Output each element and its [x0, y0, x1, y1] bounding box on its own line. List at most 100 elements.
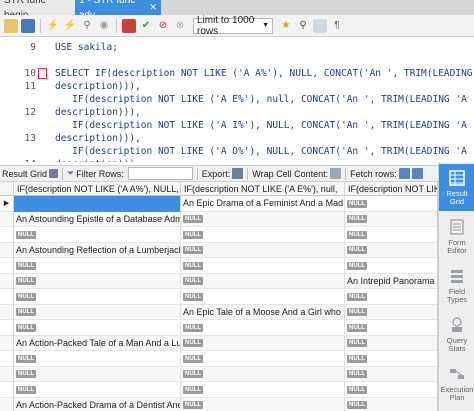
column-header[interactable]: IF(description NOT LIKE ('A [345, 182, 437, 196]
export-button[interactable]: Export: [202, 168, 244, 179]
side-panel-button[interactable]: Field Types [439, 262, 474, 309]
table-cell[interactable]: NULL [181, 211, 345, 227]
table-row[interactable]: NULL An Epic Tale of a Moose And a Girl w… [0, 304, 437, 321]
commit-icon[interactable] [122, 18, 136, 33]
table-cell[interactable]: NULL [345, 367, 437, 383]
table-cell[interactable]: NULL [14, 366, 181, 382]
close-icon[interactable]: ✕ [149, 0, 157, 15]
table-cell[interactable]: NULL [181, 382, 345, 398]
row-selector[interactable] [0, 211, 14, 227]
table-row[interactable]: NULL NULL An Intrepid Panorama of [0, 273, 437, 289]
folder-icon[interactable] [4, 18, 18, 33]
side-panel-button[interactable]: Execution Plan [439, 360, 474, 407]
fetch-next-icon[interactable] [398, 168, 410, 179]
table-cell[interactable]: An Action-Packed Tale of a Man And a Lum… [14, 335, 181, 351]
table-row[interactable]: NULL NULL NULL [0, 227, 437, 243]
table-row[interactable]: An Action-Packed Tale of a Man And a Lum… [0, 335, 437, 351]
row-selector[interactable] [0, 366, 14, 382]
table-cell[interactable]: NULL [181, 273, 345, 289]
fetch-all-icon[interactable] [411, 168, 423, 179]
magnifier-icon[interactable]: ⚲ [80, 19, 94, 33]
table-cell[interactable]: NULL [181, 289, 345, 305]
limit-rows-select[interactable]: Limit to 1000 rows ▼ [193, 15, 273, 37]
column-header[interactable]: IF(description NOT LIKE ('A E%'), null, [181, 182, 345, 196]
table-cell[interactable]: NULL [345, 258, 437, 274]
table-row[interactable]: NULL NULL NULL [0, 366, 437, 383]
table-row[interactable]: An Astounding Epistle of a Database Admi… [0, 211, 437, 228]
table-cell[interactable] [14, 196, 181, 212]
table-cell[interactable]: NULL [181, 258, 345, 274]
side-panel-button[interactable]: Result Grid [439, 164, 474, 211]
table-cell[interactable]: NULL [345, 398, 437, 411]
stop-icon[interactable]: ◉ [97, 19, 111, 33]
table-cell[interactable]: An Epic Tale of a Moose And a Girl who m… [181, 304, 345, 320]
table-row[interactable]: NULL NULL NULL [0, 351, 437, 367]
row-selector[interactable] [0, 351, 14, 367]
side-panel-button[interactable]: Query Stats [439, 311, 474, 358]
table-cell[interactable]: NULL [181, 335, 345, 351]
check-icon[interactable]: ✔ [139, 19, 153, 33]
beautify-icon[interactable]: ★ [279, 19, 293, 33]
table-cell[interactable]: An Astounding Epistle of a Database Admi… [14, 211, 181, 227]
table-cell[interactable]: An Epic Drama of a Feminist And a Mad Sc… [181, 196, 345, 212]
result-grid-button[interactable]: Result Grid [2, 169, 59, 179]
table-row[interactable]: NULL NULL NULL [0, 289, 437, 305]
invisible-chars-icon[interactable]: ¶ [330, 19, 344, 33]
table-cell[interactable]: NULL [14, 382, 181, 398]
wrap-cell-content[interactable]: Wrap Cell Content: [252, 168, 342, 179]
row-selector[interactable] [0, 258, 14, 274]
table-cell[interactable]: NULL [181, 227, 345, 243]
word-wrap-icon[interactable] [313, 18, 327, 33]
cancel-icon[interactable]: ⊗ [173, 19, 187, 33]
table-cell[interactable]: NULL [181, 351, 345, 367]
table-cell[interactable]: NULL [14, 258, 181, 274]
row-selector[interactable] [0, 273, 14, 289]
table-cell[interactable]: NULL [181, 366, 345, 382]
table-cell[interactable]: NULL [181, 320, 345, 336]
sql-editor[interactable]: 9 USE sakila; 10 SELECT IF(description NOT … [0, 37, 474, 162]
table-cell[interactable]: NULL [14, 273, 181, 289]
row-selector[interactable] [0, 382, 14, 398]
table-cell[interactable]: NULL [14, 289, 181, 305]
table-cell[interactable]: NULL [14, 320, 181, 336]
save-icon[interactable] [21, 18, 35, 33]
table-cell[interactable]: NULL [345, 196, 437, 212]
row-selector[interactable] [0, 289, 14, 305]
table-cell[interactable]: NULL [345, 212, 437, 228]
row-selector[interactable] [0, 397, 14, 411]
tab-str-func-adv[interactable]: 1 - STR func adv ✕ [75, 0, 161, 21]
lightning-cursor-icon[interactable]: ⚡ [63, 19, 77, 33]
table-row[interactable]: NULL NULL NULL [0, 320, 437, 336]
table-cell[interactable]: NULL [14, 304, 181, 320]
lightning-icon[interactable]: ⚡ [46, 19, 60, 33]
table-cell[interactable]: NULL [345, 305, 437, 321]
table-cell[interactable]: NULL [345, 382, 437, 398]
table-row[interactable]: NULL NULL NULL [0, 258, 437, 274]
table-cell[interactable]: NULL [345, 351, 437, 367]
rollback-icon[interactable]: ⊘ [156, 19, 170, 33]
column-header[interactable]: IF(description NOT LIKE ('A A%'), NULL, [14, 182, 181, 196]
filter-rows-input[interactable] [127, 167, 193, 180]
table-cell[interactable]: NULL [181, 242, 345, 258]
table-cell[interactable]: NULL [345, 320, 437, 336]
table-cell[interactable]: NULL [345, 289, 437, 305]
tab-str-func-begin[interactable]: STR func begin [0, 0, 75, 21]
table-cell[interactable]: NULL [181, 397, 345, 411]
table-cell[interactable]: NULL [345, 227, 437, 243]
row-selector[interactable] [0, 335, 14, 351]
table-cell[interactable]: An Action-Packed Drama of a Dentist And … [14, 397, 181, 411]
row-selector[interactable] [0, 227, 14, 243]
table-cell[interactable]: NULL [14, 227, 181, 243]
result-grid[interactable]: IF(description NOT LIKE ('A A%'), NULL, I… [0, 182, 438, 411]
error-marker-icon[interactable] [38, 68, 47, 79]
table-row[interactable]: An Astounding Reflection of a Lumberjack… [0, 242, 437, 259]
table-row[interactable]: An Action-Packed Drama of a Dentist And … [0, 397, 437, 411]
table-row[interactable]: ▶ An Epic Drama of a Feminist And a Mad S… [0, 196, 437, 212]
row-selector[interactable] [0, 320, 14, 336]
row-selector[interactable] [0, 242, 14, 258]
row-selector[interactable] [0, 304, 14, 320]
table-row[interactable]: NULL NULL NULL [0, 382, 437, 398]
row-selector[interactable]: ▶ [0, 196, 14, 212]
find-icon[interactable]: ⚲ [296, 19, 310, 33]
table-cell[interactable]: NULL [345, 243, 437, 259]
